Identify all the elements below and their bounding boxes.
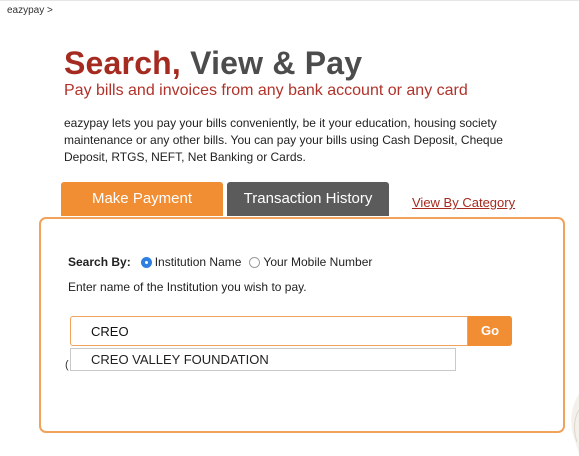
decorative-corner-graphic [571, 394, 579, 454]
payment-search-panel: Search By: Institution Name Your Mobile … [39, 217, 565, 433]
go-button[interactable]: Go [468, 316, 512, 346]
autocomplete-dropdown: CREO VALLEY FOUNDATION [70, 348, 456, 371]
search-by-label: Search By: [68, 255, 131, 269]
page-subtitle: Pay bills and invoices from any bank acc… [64, 82, 468, 99]
title-grey-part: View & Pay [190, 45, 363, 81]
page-title: Search, View & Pay [64, 45, 362, 81]
hidden-text-fragment: ( [65, 359, 69, 371]
search-by-row: Search By: Institution Name Your Mobile … [68, 255, 380, 269]
institution-search-input[interactable] [70, 316, 468, 346]
top-divider [0, 0, 579, 1]
view-by-category-link[interactable]: View By Category [412, 195, 515, 210]
search-hint: Enter name of the Institution you wish t… [68, 280, 307, 294]
intro-paragraph: eazypay lets you pay your bills convenie… [64, 116, 503, 164]
autocomplete-suggestion[interactable]: CREO VALLEY FOUNDATION [71, 349, 455, 370]
tab-make-payment[interactable]: Make Payment [61, 182, 223, 216]
radio-mobile-number[interactable] [249, 256, 261, 268]
option-institution-name-label[interactable]: Institution Name [155, 255, 242, 269]
radio-institution-name[interactable] [140, 256, 152, 268]
tab-transaction-history[interactable]: Transaction History [227, 182, 389, 216]
breadcrumb[interactable]: eazypay > [7, 5, 53, 16]
title-red-part: Search, [64, 45, 182, 81]
option-mobile-number-label[interactable]: Your Mobile Number [263, 255, 372, 269]
